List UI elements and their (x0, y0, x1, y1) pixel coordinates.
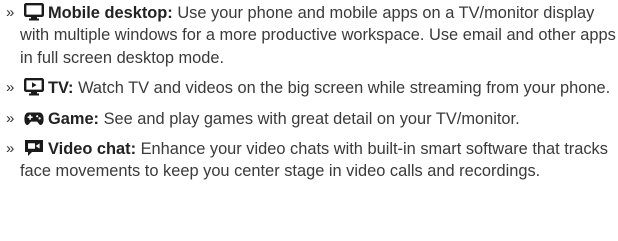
item-title: Mobile desktop: (48, 4, 173, 22)
item-title: TV: (48, 79, 74, 98)
list-item-tv: » TV: Watch TV and videos on the big scr… (6, 77, 616, 99)
item-description: Watch TV and videos on the big screen wh… (78, 79, 611, 98)
item-title: Video chat: (48, 140, 137, 159)
list-item-game: » Game: See and play games with great de… (6, 108, 616, 130)
monitor-icon (24, 3, 44, 21)
gamepad-icon (24, 109, 44, 127)
item-title: Game: (48, 109, 100, 128)
list-item-mobile-desktop: » Mobile desktop: Use your phone and mob… (6, 2, 616, 69)
video-chat-icon (24, 139, 44, 157)
item-description: See and play games with great detail on … (103, 109, 520, 128)
list-item-video-chat: » Video chat: Enhance your video chats w… (6, 138, 616, 183)
bullet-marker: » (6, 140, 15, 158)
bullet-marker: » (6, 109, 15, 127)
tv-play-icon (24, 78, 44, 96)
bullet-marker: » (6, 79, 15, 97)
bullet-marker: » (6, 4, 15, 21)
feature-list: » Mobile desktop: Use your phone and mob… (0, 0, 618, 241)
